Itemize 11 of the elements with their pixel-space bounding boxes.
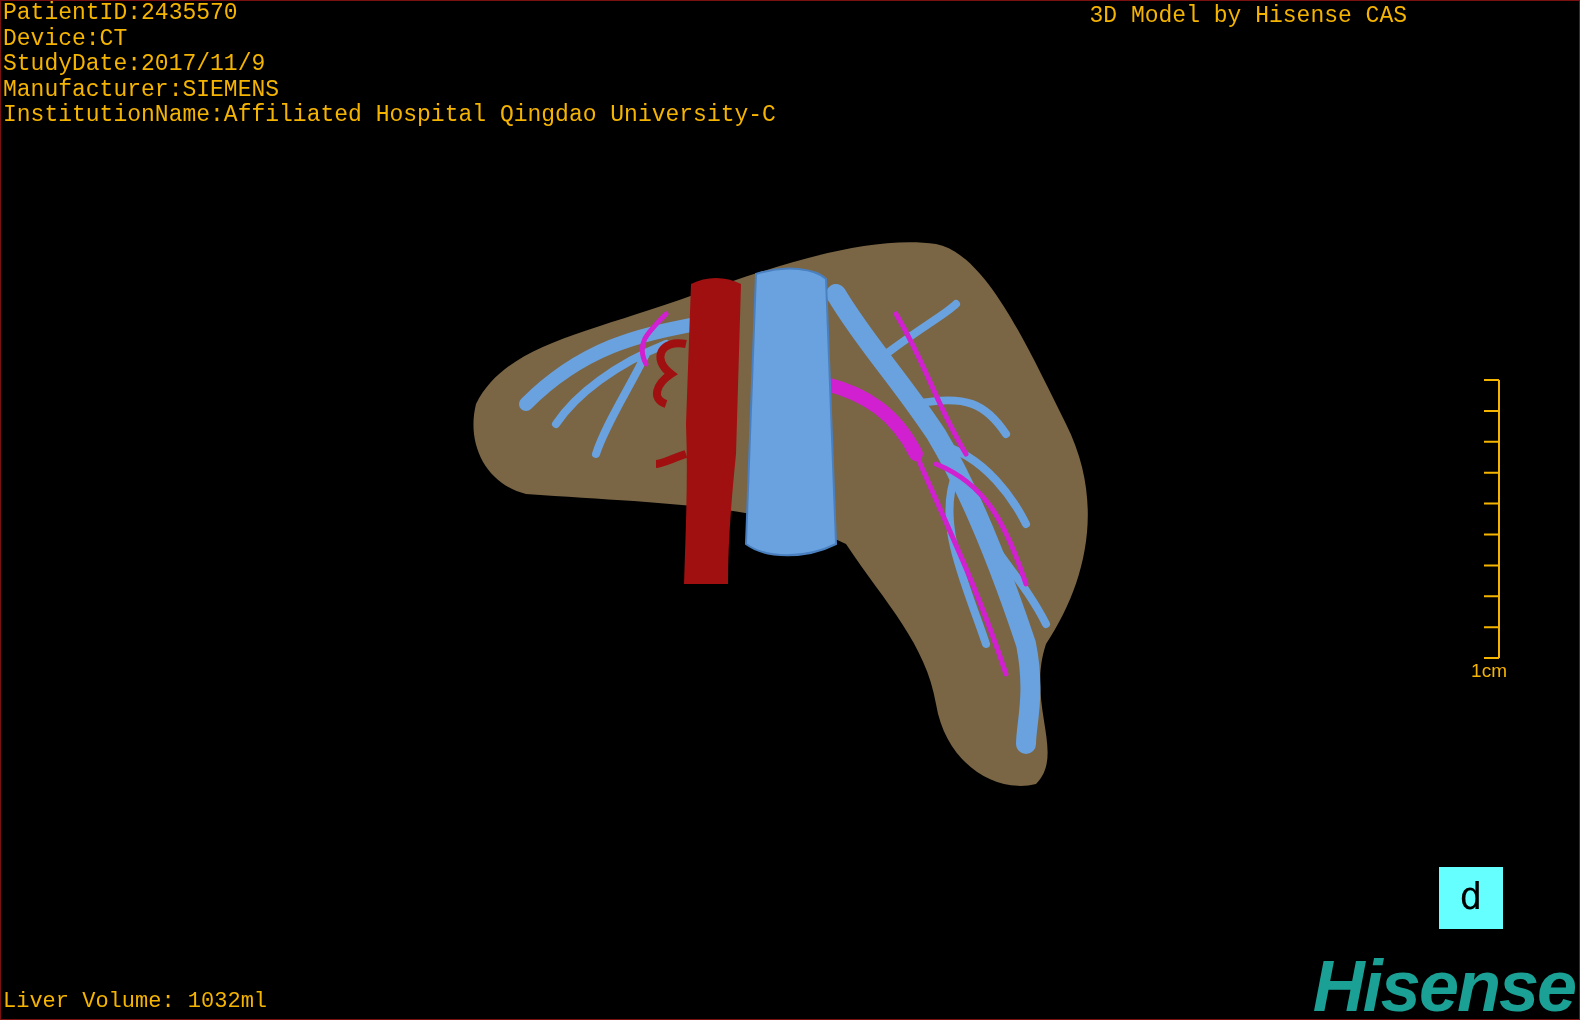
metadata-text: InstitutionName:Affiliated Hospital Qingdao University-C: [3, 103, 776, 129]
metadata-text: StudyDate:2017/11/9: [3, 52, 267, 78]
metadata-text: Device:CT: [3, 26, 129, 52]
orientation-marker[interactable]: d: [1439, 867, 1503, 929]
3d-viewport[interactable]: PatientID:2435570 Device:CT StudyDate:2017/11/9 Manufacturer:SIEMENS InstitutionName:Affiliated Hospital Qingdao University-C 3D Model by Hisense CAS 1cm Liver Volume: 1032ml d Hisense: [0, 0, 1580, 1020]
logo: Hisense: [1312, 955, 1575, 1019]
metadata-text: Manufacturer:SIEMENS: [3, 77, 281, 103]
viewer-title: 3D Model by Hisense CAS: [1089, 2, 1407, 31]
liver-volume-text: Liver Volume: 1032ml: [2, 989, 268, 1016]
scale-label: 1cm: [1471, 658, 1507, 683]
metadata-text: PatientID:2435570: [3, 1, 239, 27]
